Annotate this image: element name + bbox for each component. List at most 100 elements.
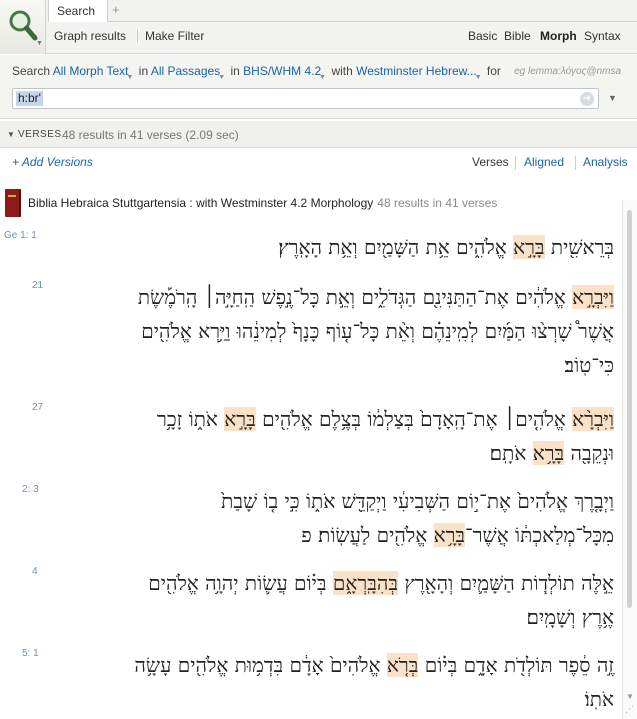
verse-reference-link[interactable]: 5: 1 [22,648,39,659]
tab-search[interactable]: Search [48,0,108,22]
chevron-down-icon: ▼ [36,40,43,47]
view-options-bar: + Add Versions Verses Aligned Analysis [0,149,637,179]
verse-reference-link[interactable]: Ge 1: 1 [4,230,37,241]
verse-line: אֲשֶׁר֩ שָׁרְצ֨וּ הַמַּ֜יִם לְמִֽינֵהֶ֗ם… [40,314,614,348]
hebrew-verse-text: זֶ֣ה סֵ֔פֶר תּוֹלְדֹ֖ת אָדָ֑ם בְּי֗וֹם ב… [40,648,614,716]
search-prefix-label: Search [12,64,51,78]
search-panel-menu[interactable]: ▼ [0,0,46,54]
chevron-down-icon: ▼ [126,74,134,81]
view-analysis[interactable]: Analysis [583,155,628,169]
verse-text-segment: וַיְבָ֤רֶךְ אֱלֹהִים֙ אֶת־י֣וֹם הַשְּׁבִ… [221,489,614,513]
verse-text-segment: אֹת֑וֹ זָכָ֥ר [157,407,225,431]
collapse-triangle-icon[interactable]: ▼ [7,130,15,139]
tabstrip-divider [108,21,637,22]
chevron-down-icon: ▼ [218,74,226,81]
verse-text-segment: אֱלֹהִ֔ים אֶת־הַתַּנִּינִ֖ם הַגְּדֹלִ֑ים… [137,285,573,309]
scroll-thumb[interactable] [627,210,632,608]
in-label: in [138,64,149,78]
magnifier-icon [9,10,38,41]
verse-text-segment: זֶ֣ה סֵ֔פֶר תּוֹלְדֹ֖ת אָדָ֑ם בְּי֗וֹם [418,653,614,677]
verse-line: בְּרֵאשִׁ֖ית בָּרָ֣א אֱלֹהִ֑ים אֵ֥ת הַשָ… [40,230,614,264]
top-toolbar: ▼ Search + Graph results Make Filter Bas… [0,0,637,54]
resource-name[interactable]: Biblia Hebraica Stuttgartensia : with We… [28,196,373,210]
chevron-down-icon: ▼ [319,74,327,81]
in-label: in [230,64,240,78]
verse-text-segment: אֲשֶׁר֩ שָׁרְצ֨וּ הַמַּ֜יִם לְמִֽינֵהֶ֗ם… [141,319,614,343]
view-divider [575,156,576,170]
highlighted-match-word[interactable]: בָּרָ֥א [532,441,565,465]
go-arrow-icon[interactable]: ➔ [580,92,594,106]
resource-header: Biblia Hebraica Stuttgartensia : with We… [0,186,637,218]
verse-text-segment: אֱלֹהִ֑ים אֵ֥ת הַשָּׁמַ֖יִם וְאֵ֥ת הָאָֽ… [278,235,514,259]
search-input-value: h:br' [16,91,43,106]
verse-text-segment: אֹתָֽם׃ [489,441,533,465]
verse-text-segment: כִּי־טֽוֹב׃ [564,353,614,377]
verse-text-segment: אֱלֹהִ֤ים׀ אֶת־הָֽאָדָם֙ בְּצַלְמ֔וֹ בְּ… [255,407,573,431]
resize-grip-icon[interactable]: ⋰ [622,704,637,719]
verse-text-segment: אֱלֹהִים֙ אָדָ֔ם בִּדְמ֥וּת אֱלֹהִ֖ים עָ… [134,653,387,677]
tab-morph-search[interactable]: Morph [540,29,577,43]
book-cover-icon[interactable] [5,189,21,217]
highlighted-match-word[interactable]: וַיִּבְרָ֣א [572,285,614,309]
scroll-down-arrow-icon[interactable]: ▼ [626,692,634,701]
tab-basic-search[interactable]: Basic [468,29,497,43]
view-divider [515,156,516,170]
results-section-label[interactable]: VERSES [18,129,62,140]
verse-line: וַיִּבְרָ֨א אֱלֹהִ֤ים׀ אֶת־הָֽאָדָם֙ בְּ… [40,402,614,436]
morphology-dropdown[interactable]: Westminster Hebrew... [356,64,476,78]
verse-line: וַיִּבְרָ֣א אֱלֹהִ֔ים אֶת־הַתַּנִּינִ֖ם … [40,280,614,314]
verse-line: מִכָּל־מְלַאכְתּ֔וֹ אֲשֶׁר־בָּרָ֥א אֱלֹה… [40,518,614,552]
results-header: ▼ VERSES 48 results in 41 verses (2.09 s… [0,121,637,148]
hebrew-verse-text: אֵ֣לֶּה תוֹלְד֧וֹת הַשָּׁמַ֛יִם וְהָאָ֖ר… [40,566,614,634]
verse-text-segment: וּנְקֵבָ֖ה [564,441,614,465]
hebrew-verse-text: וַיִּבְרָ֨א אֱלֹהִ֤ים׀ אֶת־הָֽאָדָם֙ בְּ… [40,402,614,470]
verse-line: זֶ֣ה סֵ֔פֶר תּוֹלְדֹ֖ת אָדָ֑ם בְּי֗וֹם ב… [40,648,614,682]
add-versions-link[interactable]: + Add Versions [12,155,93,169]
search-field-dropdown[interactable]: All Morph Text [53,64,129,78]
verse-text-segment: אֶ֥רֶץ וְשָׁמָֽיִם׃ [526,605,614,629]
verse-line: אֹתֽוֹ׃ [40,682,614,716]
version-dropdown[interactable]: BHS/WHM 4.2 [243,64,321,78]
verse-line: כִּי־טֽוֹב׃ [40,348,614,382]
hebrew-verse-text: וַיְבָ֤רֶךְ אֱלֹהִים֙ אֶת־י֣וֹם הַשְּׁבִ… [40,484,614,552]
verse-reference-link[interactable]: 4 [32,566,38,577]
highlighted-match-word[interactable]: וַיִּבְרָ֨א [572,407,614,431]
verse-text-segment: אֵ֣לֶּה תוֹלְד֧וֹת הַשָּׁמַ֛יִם וְהָאָ֖ר… [397,571,614,595]
verse-line: אֵ֣לֶּה תוֹלְד֧וֹת הַשָּׁמַ֛יִם וְהָאָ֖ר… [40,566,614,600]
verse-reference-link[interactable]: 2: 3 [22,484,39,495]
highlighted-match-word[interactable]: בָּרָ֥א [433,523,466,547]
results-scrollbar[interactable]: ▼ [622,200,637,719]
verse-text-segment: בְּרֵאשִׁ֖ית [544,235,614,259]
tab-bible-search[interactable]: Bible [504,29,531,43]
view-verses[interactable]: Verses [472,155,509,169]
hebrew-verse-text: בְּרֵאשִׁ֖ית בָּרָ֣א אֱלֹהִ֑ים אֵ֥ת הַשָ… [40,230,614,264]
toolbar-divider [137,29,138,43]
highlighted-match-word[interactable]: בָּרָ֣א [224,407,256,431]
verse-line: וּנְקֵבָ֖ה בָּרָ֥א אֹתָֽם׃ [40,436,614,470]
add-tab-button[interactable]: + [112,2,120,17]
for-label: for [486,64,501,78]
verse-results-list: Ge 1: 1 בְּרֵאשִׁ֖ית בָּרָ֣א אֱלֹהִ֑ים אֵ… [0,222,622,719]
results-summary: 48 results in 41 verses (2.09 sec) [62,128,239,142]
search-criteria-line: Search All Morph Text▼ in All Passages▼ … [12,64,501,81]
chevron-down-icon: ▼ [474,74,482,81]
verse-line: אֶ֥רֶץ וְשָׁמָֽיִם׃ [40,600,614,634]
search-input[interactable]: h:br' ➔ [12,88,599,109]
with-label: with [331,64,353,78]
search-criteria-panel: Search All Morph Text▼ in All Passages▼ … [0,55,637,119]
highlighted-match-word[interactable]: בָּרָ֣א [513,235,545,259]
graph-results-button[interactable]: Graph results [54,29,126,43]
search-history-dropdown-icon[interactable]: ▼ [608,93,617,103]
view-aligned[interactable]: Aligned [524,155,564,169]
highlighted-match-word[interactable]: בְּרֹ֤א [386,653,419,677]
passage-range-dropdown[interactable]: All Passages [151,64,220,78]
verse-text-segment: אֹתֽוֹ׃ [584,687,614,711]
resource-title[interactable]: Biblia Hebraica Stuttgartensia : with We… [28,196,497,210]
verse-text-segment: בְּי֗וֹם עֲשׂ֛וֹת יְהוָ֥ה אֱלֹהִ֖ים [148,571,333,595]
tab-syntax-search[interactable]: Syntax [584,29,621,43]
highlighted-match-word[interactable]: בְּהִבָּֽרְאָ֑ם [332,571,398,595]
resource-result-count: 48 results in 41 verses [377,196,498,210]
verse-line: וַיְבָ֤רֶךְ אֱלֹהִים֙ אֶת־י֣וֹם הַשְּׁבִ… [40,484,614,518]
make-filter-button[interactable]: Make Filter [145,29,204,43]
search-example-hint: eg lemma:λόγος@nmsa [514,66,621,77]
